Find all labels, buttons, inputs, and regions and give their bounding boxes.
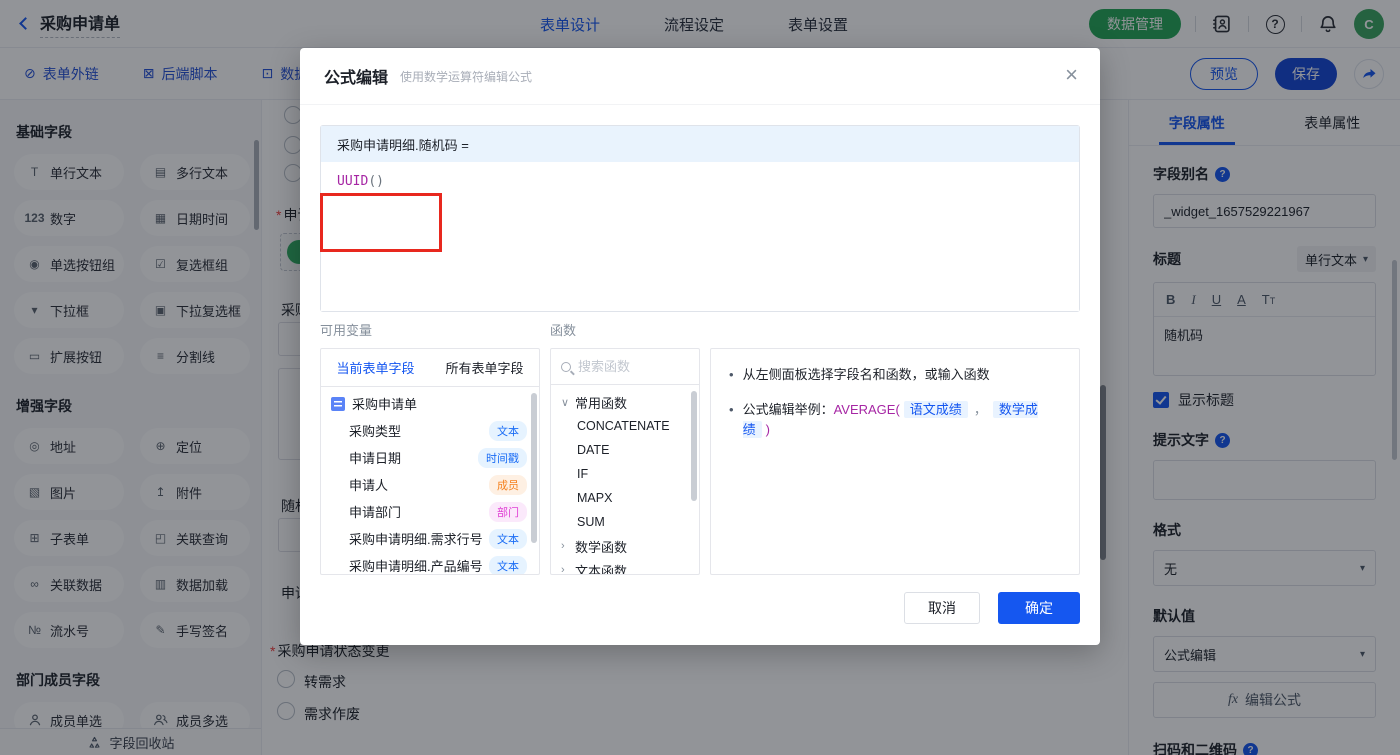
function-group-text[interactable]: › 文本函数 [551,558,699,575]
variables-scrollbar[interactable] [531,393,537,543]
chevron-right-icon: › [561,564,565,575]
function-search-input[interactable] [578,359,689,374]
bullet-icon: • [729,367,734,382]
variable-field[interactable]: 采购申请明细.产品编号 文本 [321,552,539,574]
annotation-highlight-box [320,193,442,252]
form-doc-icon [331,396,345,411]
function-item[interactable]: SUM [551,510,699,534]
variables-tree: 采购申请单 采购类型 文本 申请日期 时间戳 申请人 成员 申请部门 部门 采购申请明细… [321,387,539,574]
tab-current-form-fields[interactable]: 当前表单字段 [321,358,430,377]
formula-example: 公式编辑举例：AVERAGE(语文成绩，数学成绩) [742,401,1038,438]
bullet-icon: • [729,402,734,417]
modal-subtitle: 使用数学运算符编辑公式 [400,69,533,84]
hint-line-1: • 从左侧面板选择字段名和函数，或输入函数 [729,365,1061,385]
tab-all-form-fields[interactable]: 所有表单字段 [430,358,539,377]
close-icon[interactable]: × [1065,64,1078,86]
variable-field[interactable]: 申请人 成员 [321,471,539,498]
function-group-common[interactable]: ∨ 常用函数 [551,390,699,414]
function-item[interactable]: MAPX [551,486,699,510]
modal-footer: 取消 确定 [904,592,1080,624]
functions-section-label: 函数 [550,323,577,338]
search-icon [561,361,571,372]
functions-scrollbar[interactable] [691,391,697,501]
variable-field[interactable]: 申请部门 部门 [321,498,539,525]
modal-header: 公式编辑 使用数学运算符编辑公式 × [300,48,1100,105]
type-tag: 文本 [489,420,527,441]
formula-code-area[interactable]: UUID() [320,162,1079,311]
variables-tabs: 当前表单字段 所有表单字段 [321,349,539,387]
formula-function-name: UUID [337,174,369,189]
cancel-button[interactable]: 取消 [904,592,980,624]
type-tag: 文本 [489,555,527,574]
function-item[interactable]: IF [551,462,699,486]
formula-editor: 采购申请明细.随机码 = UUID() [320,125,1080,312]
type-tag: 文本 [489,528,527,549]
tree-root-form[interactable]: 采购申请单 [321,390,539,417]
type-tag: 成员 [489,474,527,495]
function-group-math[interactable]: › 数学函数 [551,534,699,558]
functions-tree: ∨ 常用函数 CONCATENATE DATE IF MAPX SUM › 数学函数… [551,385,699,575]
variable-field[interactable]: 采购类型 文本 [321,417,539,444]
function-item[interactable]: CONCATENATE [551,414,699,438]
variables-section-label: 可用变量 [320,323,373,338]
formula-edit-modal: 公式编辑 使用数学运算符编辑公式 × 采购申请明细.随机码 = UUID() 可… [300,48,1100,645]
variables-panel: 当前表单字段 所有表单字段 采购申请单 采购类型 文本 申请日期 时间戳 申请人 成员… [320,348,540,575]
function-item[interactable]: DATE [551,438,699,462]
formula-target: 采购申请明细.随机码 = [321,126,1079,162]
modal-title: 公式编辑 [324,70,389,87]
variable-field[interactable]: 申请日期 时间戳 [321,444,539,471]
formula-hint-panel: • 从左侧面板选择字段名和函数，或输入函数 • 公式编辑举例：AVERAGE(语… [710,348,1080,575]
confirm-button[interactable]: 确定 [998,592,1080,624]
example-field-chip: 语文成绩 [903,401,968,418]
variable-field[interactable]: 采购申请明细.需求行号 文本 [321,525,539,552]
functions-panel: ∨常用函数 CONCATENATE DATE IF MAPX SUM ›数学函数… [550,348,700,575]
chevron-right-icon: › [561,540,565,552]
chevron-down-icon: ∨ [561,396,570,409]
type-tag: 时间戳 [478,447,527,468]
hint-line-2: • 公式编辑举例：AVERAGE(语文成绩，数学成绩) [729,400,1061,440]
type-tag: 部门 [489,501,527,522]
function-search [551,349,699,385]
